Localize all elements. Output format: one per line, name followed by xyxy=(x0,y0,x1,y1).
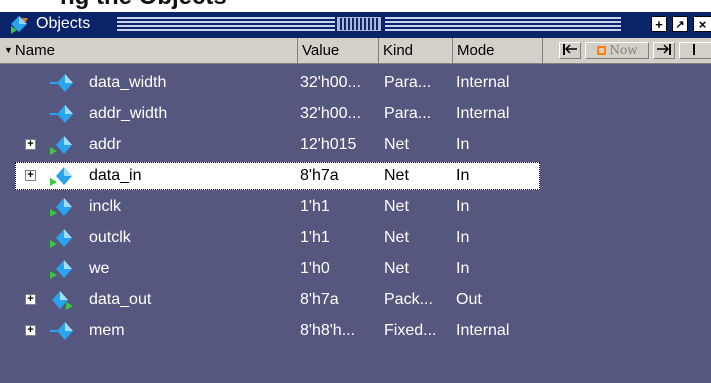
toolbar-overflow-button[interactable] xyxy=(679,42,711,59)
input-net-icon xyxy=(48,258,74,280)
object-value: 1'h0 xyxy=(300,260,330,277)
column-header-kind[interactable]: Kind xyxy=(379,38,453,63)
object-row-we[interactable]: we 1'h0 Net In xyxy=(0,254,711,284)
object-kind: Net xyxy=(384,167,409,184)
now-label: Now xyxy=(609,43,638,57)
object-value: 8'h7a xyxy=(300,167,339,184)
object-kind: Pack... xyxy=(384,291,433,308)
object-name: data_in xyxy=(89,167,142,184)
input-net-icon xyxy=(48,134,74,156)
object-row-mem[interactable]: + mem 8'h8'h... Fixed... Internal xyxy=(0,316,711,346)
objects-list: data_width 32'h00... Para... Internal addr_w… xyxy=(0,64,711,383)
object-mode: In xyxy=(456,260,470,277)
object-mode: Internal xyxy=(456,322,510,339)
objects-window-icon xyxy=(11,16,28,34)
object-mode: In xyxy=(456,198,470,215)
object-kind: Para... xyxy=(384,74,432,91)
column-mode-label: Mode xyxy=(457,42,495,59)
column-header-value[interactable]: Value xyxy=(298,38,379,63)
object-value: 1'h1 xyxy=(300,229,330,246)
column-header-mode[interactable]: Mode xyxy=(453,38,543,63)
close-button[interactable]: × xyxy=(693,16,711,32)
object-kind: Net xyxy=(384,260,409,277)
expand-icon[interactable]: + xyxy=(25,139,36,150)
object-value: 32'h00... xyxy=(300,74,361,91)
object-kind: Net xyxy=(384,229,409,246)
input-net-icon xyxy=(48,165,74,187)
object-mode: Internal xyxy=(456,105,510,122)
object-value: 8'h7a xyxy=(300,291,339,308)
object-kind: Para... xyxy=(384,105,432,122)
now-button[interactable]: Now xyxy=(585,42,649,59)
column-kind-label: Kind xyxy=(383,42,414,59)
object-mode: In xyxy=(456,167,470,184)
object-name: mem xyxy=(89,322,125,339)
page-heading-fragment: ng the Objects xyxy=(0,0,711,12)
input-net-icon xyxy=(48,196,74,218)
column-name-label: Name xyxy=(14,42,55,59)
wave-toolbar: Now xyxy=(553,38,711,63)
object-row-inclk[interactable]: inclk 1'h1 Net In xyxy=(0,192,711,222)
sort-icon: ▼ xyxy=(4,45,13,55)
object-mode: In xyxy=(456,229,470,246)
object-row-addr-width[interactable]: addr_width 32'h00... Para... Internal xyxy=(0,99,711,129)
object-row-data-width[interactable]: data_width 32'h00... Para... Internal xyxy=(0,68,711,98)
object-mode: Internal xyxy=(456,74,510,91)
jump-to-start-icon[interactable] xyxy=(559,42,581,59)
object-kind: Net xyxy=(384,198,409,215)
output-net-icon xyxy=(48,289,74,311)
add-pane-button[interactable]: + xyxy=(651,16,667,32)
objects-window-titlebar[interactable]: Objects + ↗ × xyxy=(0,12,711,38)
object-row-addr[interactable]: + addr 12'h015 Net In xyxy=(0,130,711,160)
memory-diamond-icon xyxy=(48,320,74,342)
object-kind: Net xyxy=(384,136,409,153)
object-value: 32'h00... xyxy=(300,105,361,122)
window-title: Objects xyxy=(36,15,91,32)
object-row-outclk[interactable]: outclk 1'h1 Net In xyxy=(0,223,711,253)
undock-button[interactable]: ↗ xyxy=(672,16,688,32)
titlebar-grip-right[interactable] xyxy=(385,17,621,31)
expand-icon[interactable]: + xyxy=(25,170,36,181)
object-name: inclk xyxy=(89,198,122,215)
column-header-bar: ▼ Name Value Kind Mode Now xyxy=(0,38,711,64)
object-value: 1'h1 xyxy=(300,198,330,215)
jump-to-cursor-icon[interactable] xyxy=(653,42,675,59)
object-name: addr_width xyxy=(89,105,168,122)
titlebar-grip-handle[interactable] xyxy=(337,17,381,31)
object-name: outclk xyxy=(89,229,131,246)
input-net-icon xyxy=(48,227,74,249)
stop-square-icon xyxy=(596,46,606,55)
object-value: 12'h015 xyxy=(300,136,357,153)
heading-text: ng the Objects xyxy=(60,0,227,11)
object-name: data_width xyxy=(89,74,167,91)
titlebar-grip-left[interactable] xyxy=(117,17,335,31)
expand-icon[interactable]: + xyxy=(25,294,36,305)
expand-icon[interactable]: + xyxy=(25,325,36,336)
column-header-name[interactable]: ▼ Name xyxy=(0,38,298,63)
object-mode: In xyxy=(456,136,470,153)
object-name: we xyxy=(89,260,110,277)
object-mode: Out xyxy=(456,291,482,308)
parameter-diamond-icon xyxy=(48,103,74,125)
object-kind: Fixed... xyxy=(384,322,437,339)
object-row-data-in[interactable]: + data_in 8'h7a Net In xyxy=(0,161,711,191)
object-name: addr xyxy=(89,136,122,153)
object-row-data-out[interactable]: + data_out 8'h7a Pack... Out xyxy=(0,285,711,315)
column-value-label: Value xyxy=(302,42,340,59)
object-value: 8'h8'h... xyxy=(300,322,356,339)
object-name: data_out xyxy=(89,291,152,308)
parameter-diamond-icon xyxy=(48,72,74,94)
